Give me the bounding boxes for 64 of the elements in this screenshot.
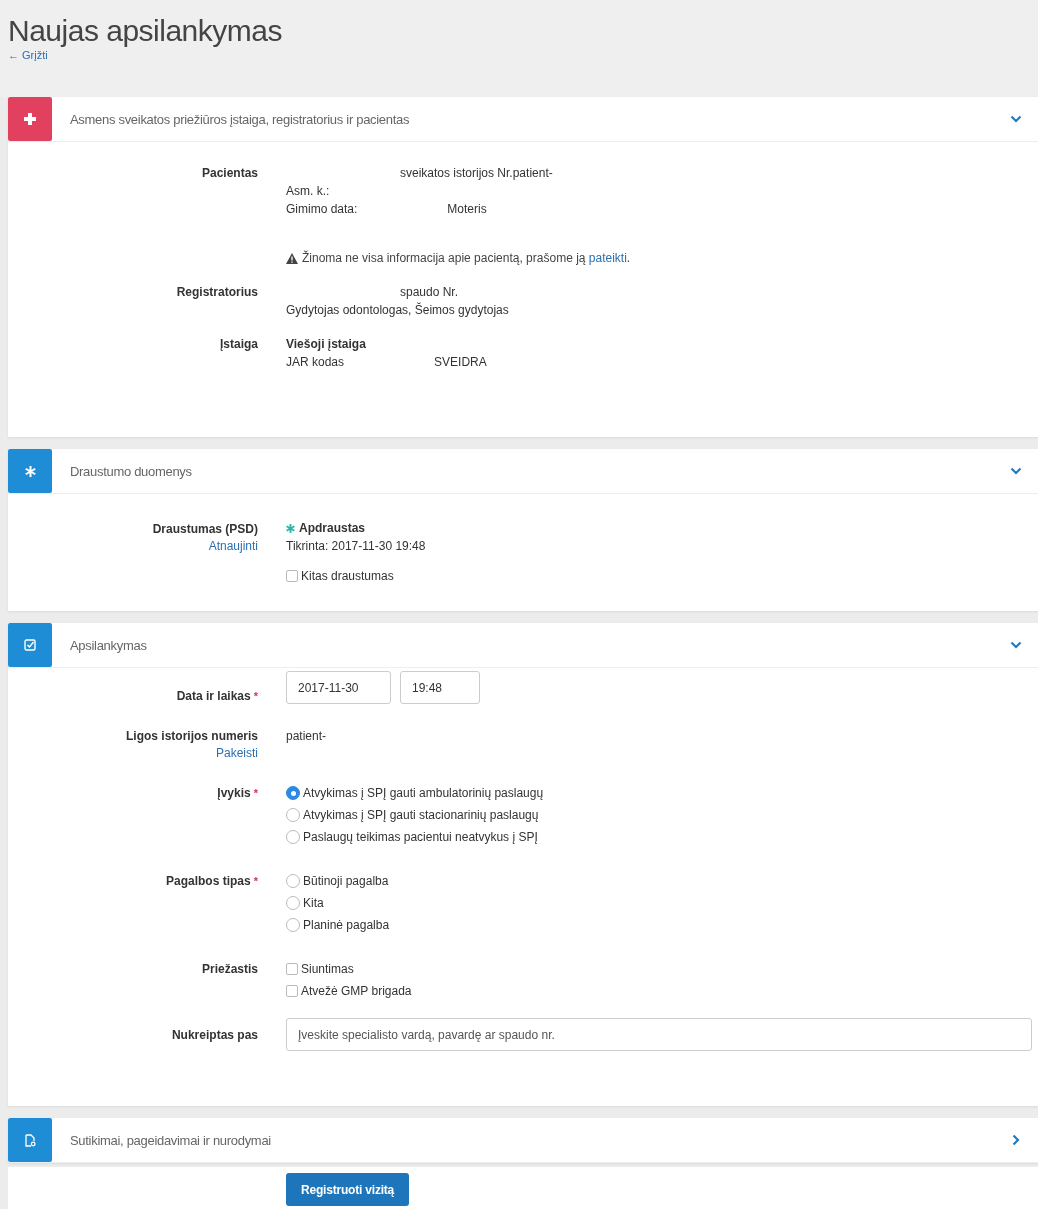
chevron-down-icon[interactable] [1010,639,1022,651]
field-label: Nukreiptas pas [171,1027,258,1044]
back-link[interactable]: ← Grįžti [8,49,48,61]
field-value: patient- [286,728,327,745]
section-title: Sutikimai, pageidavimai ir nurodymai [70,1132,272,1148]
section-title: Asmens sveikatos priežiūros įstaiga, registratorius ir pacientas [70,111,411,127]
field-label: Įvykis * [217,785,258,802]
field-label: Draustumas (PSD) [152,521,258,538]
radio-label: Atvykimas į SPĮ gauti ambulatorinių paslaugų [303,786,544,800]
radio-button[interactable] [286,918,300,932]
field-value: JAR kodas [286,354,345,371]
checkbox-label: Kitas draustumas [301,569,394,583]
section-title: Draustumo duomenys [70,463,193,479]
radio-button[interactable] [286,808,300,822]
chevron-right-icon[interactable] [1010,1134,1022,1146]
chevron-down-icon[interactable] [1010,465,1022,477]
chevron-down-icon[interactable] [1010,113,1022,125]
checkbox-icon [24,639,36,651]
field-label: Data ir laikas * [176,688,258,705]
document-icon [24,1133,36,1147]
page-title: Naujas apsilankymas [8,14,282,48]
radio-label: Kita [303,896,324,910]
radio-button[interactable] [286,786,300,800]
field-value: spaudo Nr. [400,284,459,301]
time-field[interactable]: 19:48 [400,671,480,704]
radio-button[interactable] [286,830,300,844]
radio-label: Planinė pagalba [303,918,390,932]
checkbox[interactable] [286,963,298,975]
checkbox[interactable] [286,985,298,997]
radio-button[interactable] [286,896,300,910]
warning-text: Žinoma ne visa informacija apie pacientą, prašome ją pateikti. [302,250,631,267]
field-value: Moteris [447,201,487,218]
field-label: Registratorius [176,284,258,301]
checkbox-label: Siuntimas [301,962,354,976]
field-label: Ligos istorijos numeris [125,728,258,745]
field-value: Gimimo data: [286,201,358,218]
specialist-search-field[interactable]: Įveskite specialisto vardą, pavardę ar spaudo nr. [286,1018,1032,1051]
plus-icon [24,113,36,125]
radio-label: Paslaugų teikimas pacientui neatvykus į SPĮ [303,830,538,844]
provide-link[interactable]: pateikti [588,251,627,265]
field-value: Asm. k.: [286,183,330,200]
action-link[interactable]: Atnaujinti [208,538,258,555]
field-label: Pagalbos tipas * [166,873,258,890]
radio-button[interactable] [286,874,300,888]
asterisk-icon [24,465,36,477]
insurance-status: Apdraustas [299,520,366,537]
field-label: Įstaiga [220,336,258,353]
register-visit-button[interactable]: Registruoti vizitą [286,1173,410,1206]
field-value: Tikrinta: 2017-11-30 19:48 [286,538,426,555]
radio-label: Atvykimas į SPĮ gauti stacionarinių paslaugų [303,808,539,822]
checkbox-label: Atvežė GMP brigada [301,984,412,998]
field-value: Viešoji įstaiga [286,336,366,353]
field-value: Gydytojas odontologas, Šeimos gydytojas [286,301,509,319]
action-link[interactable]: Pakeisti [215,745,258,762]
field-label: Priežastis [201,961,258,978]
radio-label: Būtinoji pagalba [303,874,389,888]
field-label: Pacientas [201,165,258,182]
field-value: sveikatos istorijos Nr.patient- [400,165,553,182]
warning-icon [286,253,298,264]
asterisk-icon [286,524,295,533]
date-field[interactable]: 2017-11-30 [286,671,391,704]
field-value: SVEIDRA [434,354,487,371]
section-title: Apsilankymas [70,637,148,653]
checkbox[interactable] [286,570,298,582]
